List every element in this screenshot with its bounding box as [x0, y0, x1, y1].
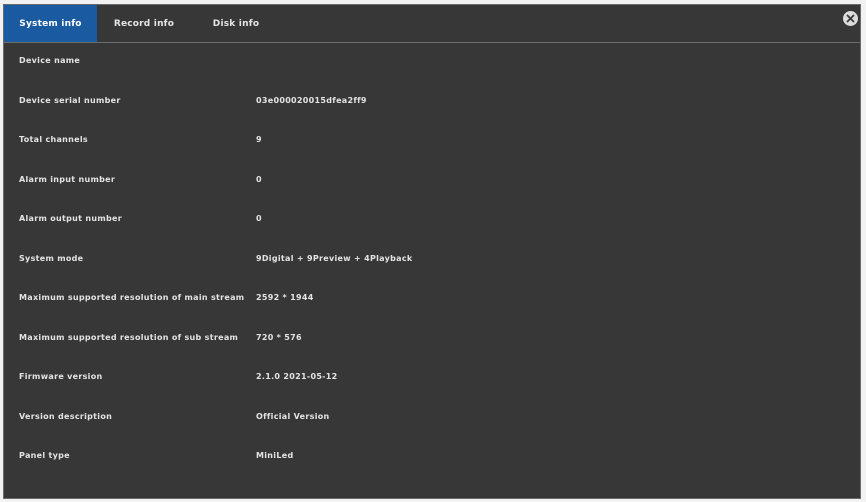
close-icon: [846, 14, 855, 23]
info-label: Device name: [19, 55, 81, 65]
info-row-panel-type: Panel type MiniLed: [4, 445, 860, 465]
info-row-version-description: Version description Official Version: [4, 406, 860, 426]
info-value: MiniLed: [256, 450, 294, 460]
info-label: Alarm input number: [19, 174, 116, 184]
info-label: Total channels: [19, 134, 88, 144]
close-button[interactable]: [843, 11, 858, 26]
info-row-alarm-output: Alarm output number 0: [4, 208, 860, 228]
info-row-alarm-input: Alarm input number 0: [4, 169, 860, 189]
tab-system-info[interactable]: System info: [4, 5, 97, 42]
info-row-firmware-version: Firmware version 2.1.0 2021-05-12: [4, 366, 860, 386]
info-row-serial-number: Device serial number 03e000020015dfea2ff…: [4, 90, 860, 110]
info-row-main-stream-resolution: Maximum supported resolution of main str…: [4, 287, 860, 307]
info-label: Maximum supported resolution of sub stre…: [19, 332, 239, 342]
info-label: Alarm output number: [19, 213, 122, 223]
info-row-device-name: Device name: [4, 50, 860, 70]
info-value: 0: [256, 213, 262, 223]
info-value: 720 * 576: [256, 332, 302, 342]
info-row-sub-stream-resolution: Maximum supported resolution of sub stre…: [4, 327, 860, 347]
info-value: 03e000020015dfea2ff9: [256, 95, 367, 105]
info-label: Version description: [19, 411, 113, 421]
tab-bar: System info Record info Disk info: [4, 5, 860, 43]
info-row-total-channels: Total channels 9: [4, 129, 860, 149]
info-label: Panel type: [19, 450, 70, 460]
system-info-dialog: System info Record info Disk info Device…: [3, 4, 861, 499]
info-value: 9: [256, 134, 262, 144]
info-value: 2592 * 1944: [256, 292, 314, 302]
info-value: 0: [256, 174, 262, 184]
info-label: Maximum supported resolution of main str…: [19, 292, 245, 302]
tab-record-info[interactable]: Record info: [97, 5, 191, 42]
info-label: Device serial number: [19, 95, 121, 105]
info-value: 2.1.0 2021-05-12: [256, 371, 338, 381]
tab-disk-info[interactable]: Disk info: [191, 5, 281, 42]
info-row-system-mode: System mode 9Digital + 9Preview + 4Playb…: [4, 248, 860, 268]
info-value: 9Digital + 9Preview + 4Playback: [256, 253, 413, 263]
info-label: System mode: [19, 253, 84, 263]
info-value: Official Version: [256, 411, 330, 421]
info-label: Firmware version: [19, 371, 103, 381]
